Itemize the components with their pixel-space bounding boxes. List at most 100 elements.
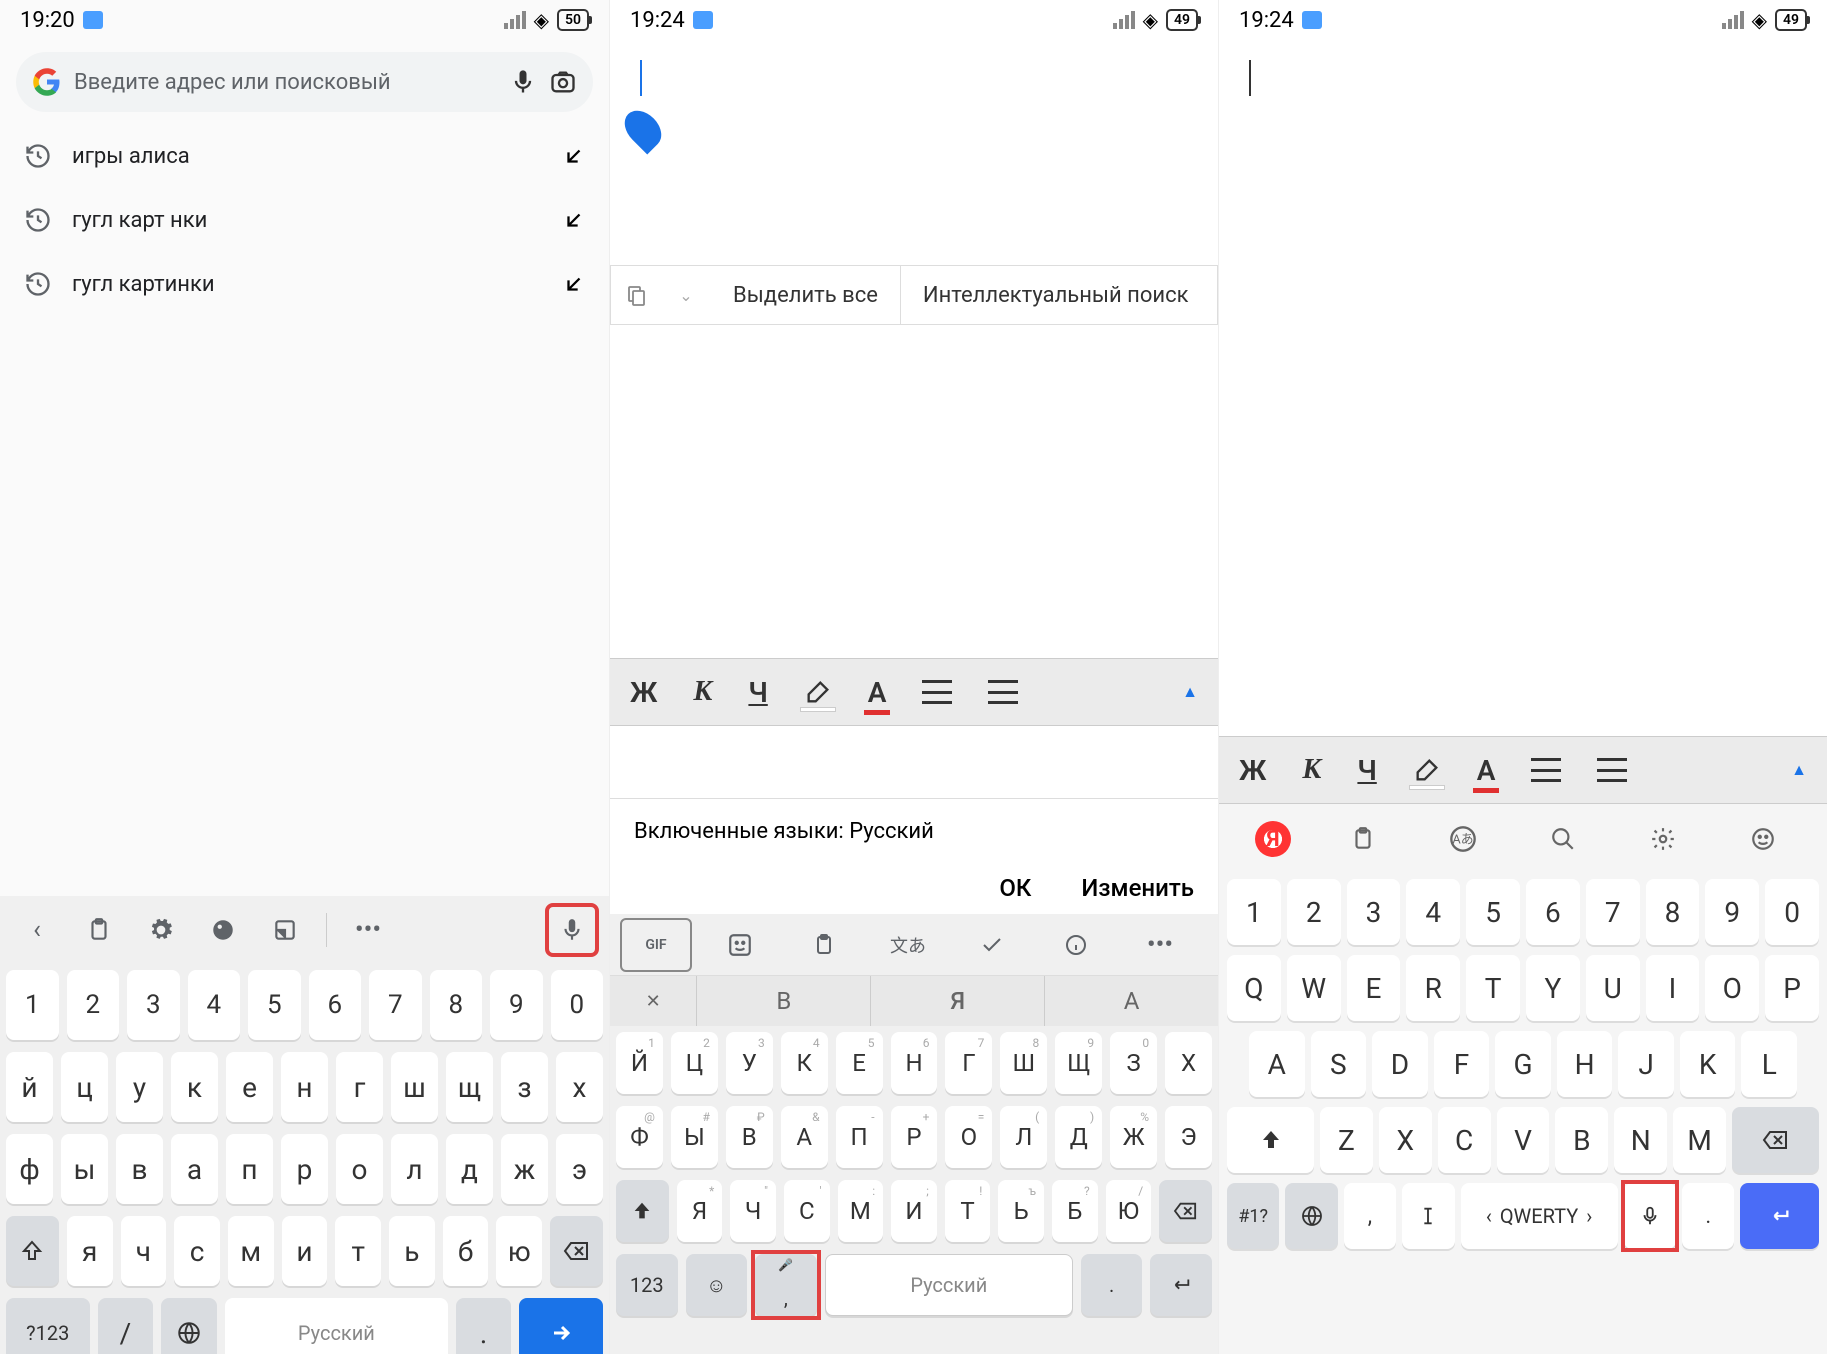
period-key[interactable]: . [1081,1254,1143,1316]
key-J[interactable]: J [1618,1031,1674,1097]
clipboard-icon[interactable] [788,918,860,972]
close-candidates-icon[interactable]: ✕ [610,976,697,1026]
key-В[interactable]: В₽ [726,1106,773,1168]
key-P[interactable]: P [1765,955,1819,1021]
theme-icon[interactable] [196,903,250,957]
key-А[interactable]: А& [781,1106,828,1168]
underline-button[interactable]: Ч [1357,754,1376,787]
key-У[interactable]: У3 [726,1032,773,1094]
key-И[interactable]: И; [891,1180,937,1242]
key-ь[interactable]: ь [389,1216,435,1286]
key-Ц[interactable]: Ц2 [671,1032,718,1094]
suggestion-item[interactable]: гугл картинки [0,252,609,316]
key-к[interactable]: к [171,1052,218,1122]
voice-input-key[interactable] [1624,1183,1676,1249]
key-9[interactable]: 9 [490,970,543,1040]
key-з[interactable]: з [501,1052,548,1122]
settings-icon[interactable] [134,903,188,957]
comma-key[interactable]: , [1344,1183,1396,1249]
key-F[interactable]: F [1434,1031,1490,1097]
paste-icon[interactable] [611,283,661,307]
key-4[interactable]: 4 [188,970,241,1040]
key-6[interactable]: 6 [309,970,362,1040]
space-key[interactable]: Русский [825,1254,1073,1316]
bold-button[interactable]: Ж [1239,754,1266,787]
key-Ь[interactable]: Ьъ [998,1180,1044,1242]
insert-arrow-icon[interactable] [563,145,585,167]
translate-icon[interactable]: 文あ [872,918,944,972]
key-0[interactable]: 0 [1765,879,1819,945]
key-ф[interactable]: ф [6,1134,53,1204]
italic-button[interactable]: К [693,676,712,708]
key-T[interactable]: T [1466,955,1520,1021]
key-ю[interactable]: ю [496,1216,542,1286]
key-2[interactable]: 2 [67,970,120,1040]
key-I[interactable]: I [1646,955,1700,1021]
space-key[interactable]: Русский [225,1298,448,1354]
key-г[interactable]: г [336,1052,383,1122]
key-Г[interactable]: Г7 [945,1032,992,1094]
key-т[interactable]: т [335,1216,381,1286]
shift-key[interactable] [616,1180,669,1242]
key-я[interactable]: я [67,1216,113,1286]
key-1[interactable]: 1 [1227,879,1281,945]
key-8[interactable]: 8 [1646,879,1700,945]
key-о[interactable]: о [336,1134,383,1204]
translate-icon[interactable]: Aあ [1435,812,1491,866]
key-0[interactable]: 0 [551,970,604,1040]
search-icon[interactable] [1535,812,1591,866]
language-key[interactable] [1285,1183,1337,1249]
key-Ю[interactable]: Ю/ [1106,1180,1152,1242]
key-6[interactable]: 6 [1526,879,1580,945]
key-Н[interactable]: Н6 [891,1032,938,1094]
space-key[interactable]: ‹ QWERTY › [1461,1183,1618,1249]
suggestion-item[interactable]: игры алиса [0,124,609,188]
key-у[interactable]: у [116,1052,163,1122]
key-7[interactable]: 7 [369,970,422,1040]
sticker-icon[interactable] [704,918,776,972]
key-Б[interactable]: Б? [1052,1180,1098,1242]
edit-button[interactable]: Изменить [1081,874,1194,902]
key-Q[interactable]: Q [1227,955,1281,1021]
key-R[interactable]: R [1406,955,1460,1021]
autocorrect-icon[interactable] [956,918,1028,972]
key-Д[interactable]: Д) [1055,1106,1102,1168]
key-П[interactable]: П- [836,1106,883,1168]
key-2[interactable]: 2 [1287,879,1341,945]
italic-button[interactable]: К [1302,754,1321,786]
key-9[interactable]: 9 [1705,879,1759,945]
ok-button[interactable]: ОК [999,874,1031,902]
enter-key[interactable] [1150,1254,1212,1316]
key-7[interactable]: 7 [1586,879,1640,945]
backspace-key[interactable] [1732,1107,1819,1173]
candidate[interactable]: Я [871,976,1045,1026]
key-С[interactable]: С' [784,1180,830,1242]
smart-search-button[interactable]: Интеллектуальный поиск [901,266,1211,324]
key-Y[interactable]: Y [1526,955,1580,1021]
key-б[interactable]: б [443,1216,489,1286]
key-щ[interactable]: щ [446,1052,493,1122]
collapse-icon[interactable]: ▲ [1791,760,1807,780]
onehand-icon[interactable] [258,903,312,957]
period-key[interactable]: . [1682,1183,1734,1249]
highlight-button[interactable] [1413,756,1441,784]
shift-key[interactable] [6,1216,59,1286]
key-Е[interactable]: Е5 [836,1032,883,1094]
key-е[interactable]: е [226,1052,273,1122]
key-ы[interactable]: ы [61,1134,108,1204]
yandex-logo-icon[interactable]: Я [1255,821,1291,857]
key-З[interactable]: З0 [1110,1032,1157,1094]
key-M[interactable]: M [1673,1107,1726,1173]
bullet-list-button[interactable] [1531,758,1561,782]
key-ш[interactable]: ш [391,1052,438,1122]
symbols-key[interactable]: ?123 [6,1298,90,1354]
emoji-icon[interactable] [1735,812,1791,866]
language-key[interactable] [161,1298,217,1354]
candidate[interactable]: А [1045,976,1218,1026]
back-icon[interactable]: ‹ [10,903,64,957]
key-X[interactable]: X [1379,1107,1432,1173]
key-М[interactable]: М: [838,1180,884,1242]
key-O[interactable]: O [1705,955,1759,1021]
number-list-button[interactable] [1597,758,1627,782]
key-ч[interactable]: ч [121,1216,167,1286]
